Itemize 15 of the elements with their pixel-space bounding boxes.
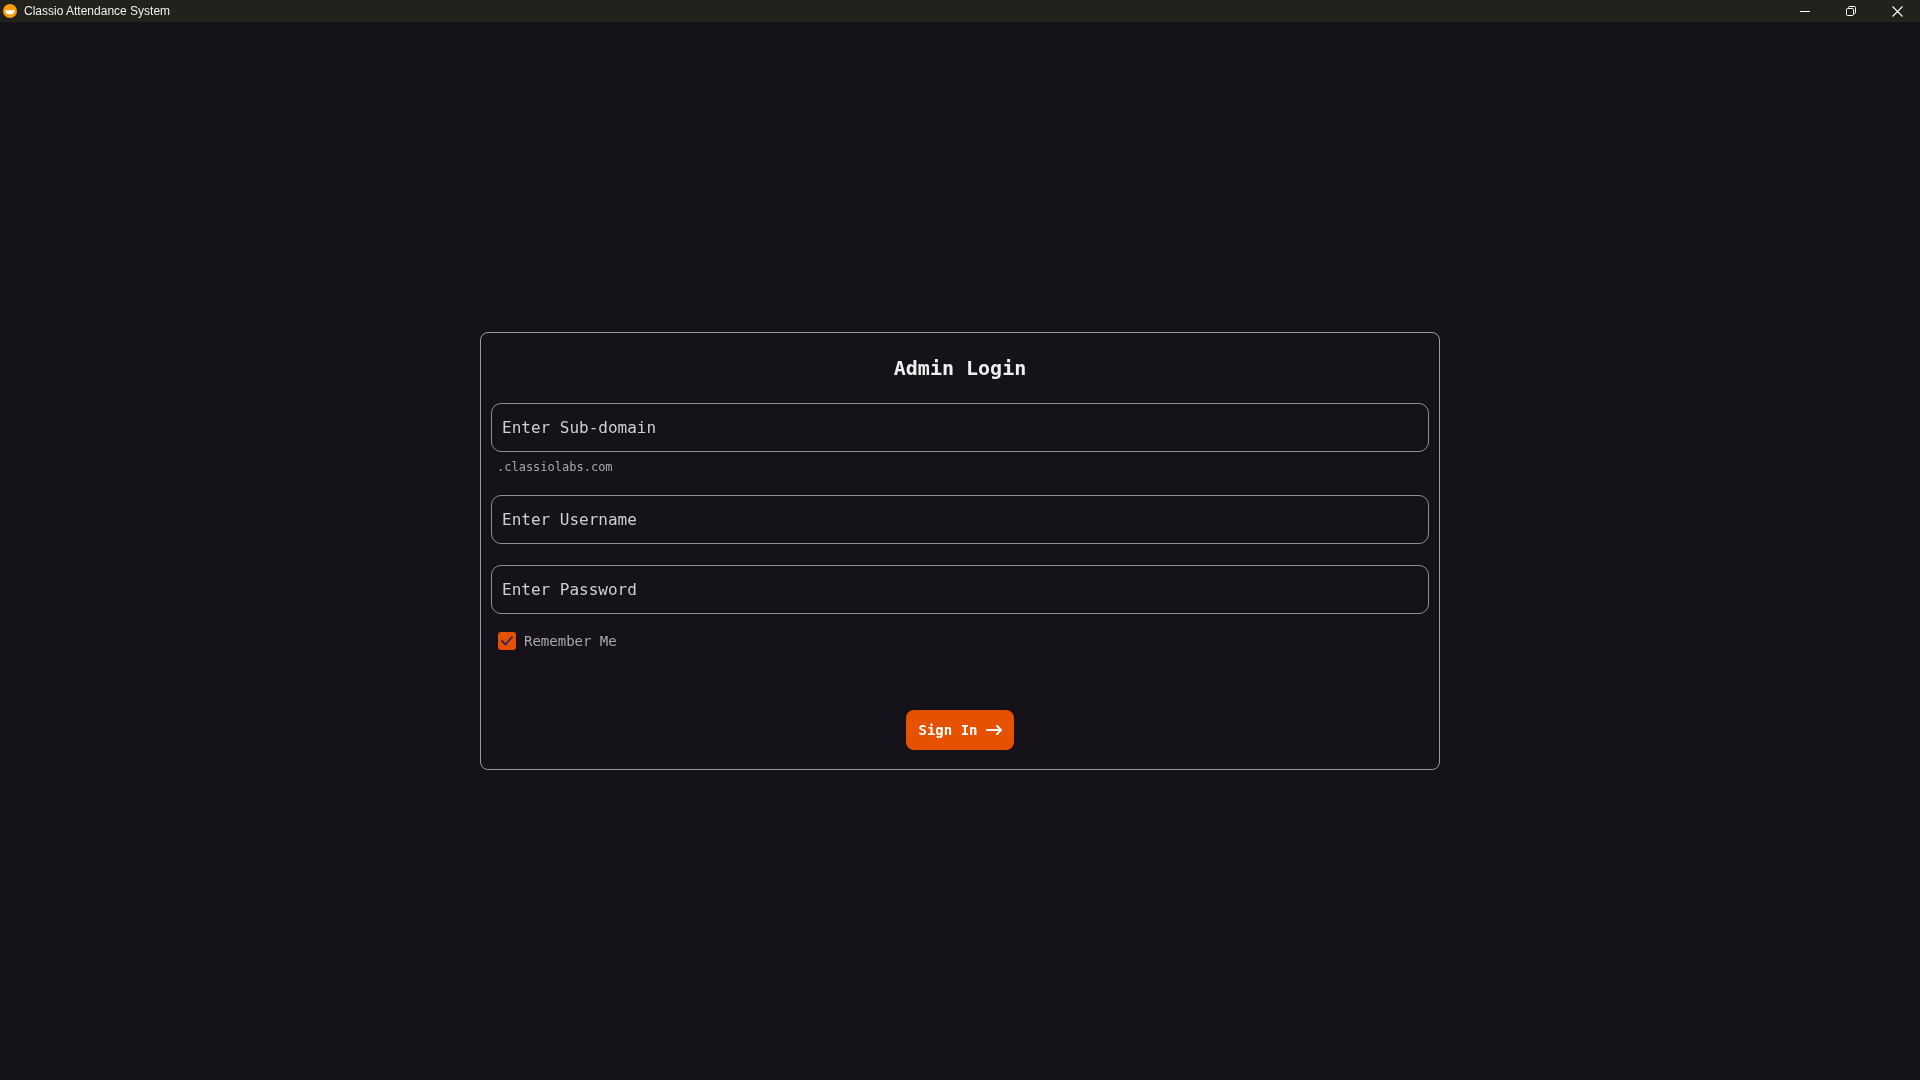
minimize-icon [1800, 10, 1810, 12]
restore-icon [1846, 6, 1856, 16]
remember-label: Remember Me [524, 632, 617, 650]
window-title: Classio Attendance System [24, 5, 171, 17]
domain-hint: .classiolabs.com [496, 459, 614, 475]
input-field[interactable]: Enter Password [491, 565, 1429, 614]
check-icon [501, 636, 513, 646]
close-icon [1891, 5, 1903, 17]
input-field[interactable]: Enter Username [491, 495, 1429, 544]
input-field[interactable]: Enter Sub-domain [491, 403, 1429, 452]
form-title: Admin Login [892, 355, 1028, 382]
checkbox[interactable] [498, 632, 516, 650]
app-logo-icon [3, 4, 17, 18]
arrow-right-icon [985, 725, 1002, 735]
sign-in-button[interactable]: Sign In [906, 710, 1014, 750]
